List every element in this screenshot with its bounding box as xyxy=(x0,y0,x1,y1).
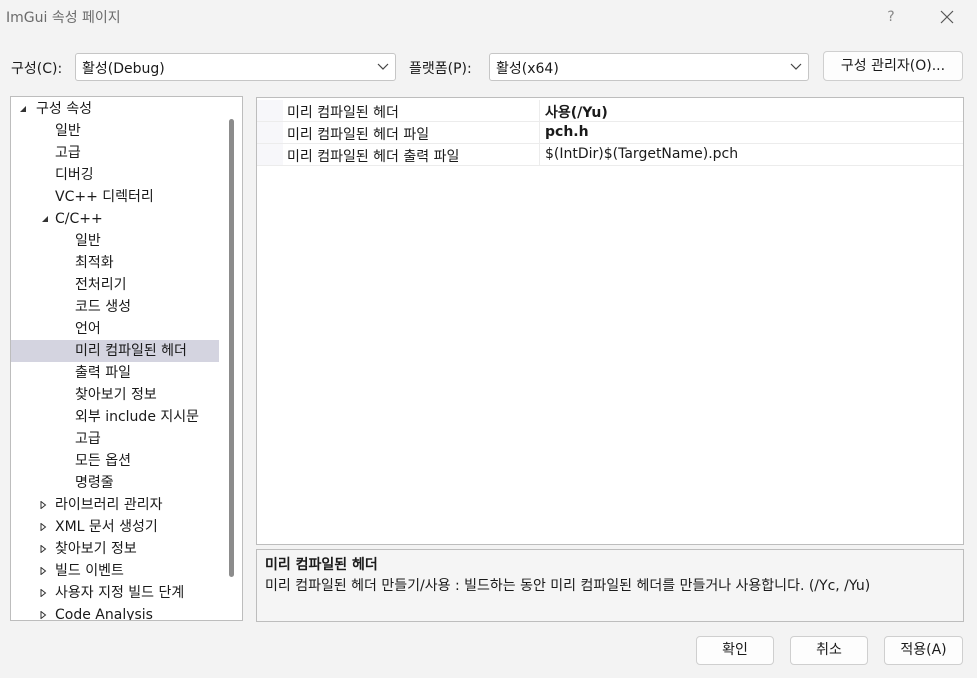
platform-combo[interactable]: 활성(x64) xyxy=(489,53,809,81)
ok-button[interactable]: 확인 xyxy=(696,636,774,665)
tree-item-vc-directories[interactable]: VC++ 디렉터리 xyxy=(55,186,154,208)
tree-item-command-line[interactable]: 명령줄 xyxy=(75,472,114,494)
tree-item-cpp-advanced[interactable]: 고급 xyxy=(75,428,101,450)
property-name: 미리 컴파일된 헤더 xyxy=(287,105,399,121)
tree-item-build-events[interactable]: 빌드 이벤트 xyxy=(11,560,226,582)
chevron-down-icon xyxy=(377,63,389,70)
row-gutter xyxy=(257,122,283,143)
close-icon xyxy=(940,10,954,24)
tree-item-advanced[interactable]: 고급 xyxy=(55,142,81,164)
tree-item-librarian[interactable]: 라이브러리 관리자 xyxy=(11,494,226,516)
tree-item-browse-information[interactable]: 찾아보기 정보 xyxy=(11,538,226,560)
property-row-precompiled-header-output[interactable]: 미리 컴파일된 헤더 출력 파일 $(IntDir)$(TargetName).… xyxy=(257,144,963,166)
tree-item-debugging[interactable]: 디버깅 xyxy=(55,164,94,186)
tree-item-output-files[interactable]: 출력 파일 xyxy=(75,362,131,384)
tree-item-browse-info[interactable]: 찾아보기 정보 xyxy=(75,384,157,406)
config-manager-button[interactable]: 구성 관리자(O)... xyxy=(823,51,963,81)
tree-item-code-analysis[interactable]: Code Analysis xyxy=(11,604,226,620)
tree-item-all-options[interactable]: 모든 옵션 xyxy=(75,450,131,472)
tree-item-precompiled-headers[interactable]: 미리 컴파일된 헤더 xyxy=(11,340,219,362)
description-pane: 미리 컴파일된 헤더 미리 컴파일된 헤더 만들기/사용 : 빌드하는 동안 미… xyxy=(256,549,964,622)
column-separator xyxy=(539,144,540,165)
row-gutter xyxy=(257,144,283,165)
property-value[interactable]: pch.h xyxy=(545,124,589,140)
property-tree: 구성 속성 일반 고급 디버깅 VC++ 디렉터리 C/C++ 일반 최적화 전… xyxy=(10,96,243,621)
description-text: 미리 컴파일된 헤더 만들기/사용 : 빌드하는 동안 미리 컴파일된 헤더를 … xyxy=(265,578,871,594)
tree-item-custom-build-step[interactable]: 사용자 지정 빌드 단계 xyxy=(11,582,226,604)
property-row-precompiled-header-file[interactable]: 미리 컴파일된 헤더 파일 pch.h xyxy=(257,122,963,144)
property-value[interactable]: 사용(/Yu) xyxy=(545,102,608,122)
chevron-down-icon xyxy=(790,63,802,70)
tree-item-external-includes[interactable]: 외부 include 지시문 xyxy=(75,406,199,428)
collapsed-icon xyxy=(40,501,47,509)
collapsed-icon xyxy=(40,567,47,575)
tree-item-cpp-general[interactable]: 일반 xyxy=(75,230,101,252)
close-button[interactable] xyxy=(932,4,962,30)
config-label: 구성(C): xyxy=(11,61,63,77)
row-gutter xyxy=(257,100,283,121)
property-value[interactable]: $(IntDir)$(TargetName).pch xyxy=(545,146,738,162)
apply-button[interactable]: 적용(A) xyxy=(884,636,963,665)
collapsed-icon xyxy=(40,611,47,619)
tree-item-preprocessor[interactable]: 전처리기 xyxy=(75,274,127,296)
collapsed-icon xyxy=(40,589,47,597)
cancel-button[interactable]: 취소 xyxy=(790,636,868,665)
collapsed-icon xyxy=(40,545,47,553)
expanded-icon xyxy=(20,106,26,112)
help-button[interactable]: ? xyxy=(876,4,906,30)
tree-item-language[interactable]: 언어 xyxy=(75,318,101,340)
platform-value: 활성(x64) xyxy=(496,61,559,77)
platform-label: 플랫폼(P): xyxy=(409,61,472,77)
description-title: 미리 컴파일된 헤더 xyxy=(265,557,378,573)
tree-item-cpp[interactable]: C/C++ xyxy=(11,208,226,230)
tree-item-general[interactable]: 일반 xyxy=(55,120,81,142)
property-grid: 미리 컴파일된 헤더 사용(/Yu) 미리 컴파일된 헤더 파일 pch.h 미… xyxy=(256,97,964,545)
title-bar: ImGui 속성 페이지 ? xyxy=(0,0,977,36)
tree-item-optimization[interactable]: 최적화 xyxy=(75,252,114,274)
column-separator xyxy=(539,122,540,143)
collapsed-icon xyxy=(40,523,47,531)
tree-scrollbar[interactable] xyxy=(229,119,234,577)
property-row-precompiled-header[interactable]: 미리 컴파일된 헤더 사용(/Yu) xyxy=(257,100,963,122)
window-title: ImGui 속성 페이지 xyxy=(6,10,121,26)
expanded-icon xyxy=(42,216,48,222)
column-separator xyxy=(539,100,540,121)
tree-item-config-props[interactable]: 구성 속성 xyxy=(11,98,226,120)
property-name: 미리 컴파일된 헤더 파일 xyxy=(287,127,430,143)
property-name: 미리 컴파일된 헤더 출력 파일 xyxy=(287,149,460,165)
tree-item-xml-doc-generator[interactable]: XML 문서 생성기 xyxy=(11,516,226,538)
tree-item-code-generation[interactable]: 코드 생성 xyxy=(75,296,131,318)
config-combo[interactable]: 활성(Debug) xyxy=(75,53,396,81)
config-value: 활성(Debug) xyxy=(82,61,165,77)
